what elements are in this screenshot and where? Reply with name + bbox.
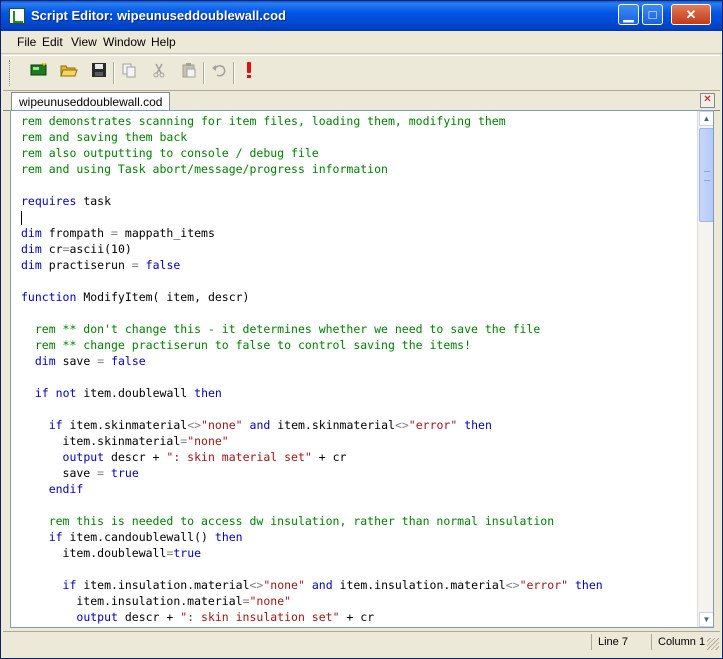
toolbar-separator	[113, 62, 115, 84]
code-line[interactable]: rem this is needed to access dw insulati…	[21, 513, 701, 529]
scroll-down-icon[interactable]: ▼	[699, 612, 713, 627]
menu-bar: File Edit View Window Help	[1, 31, 722, 54]
code-line[interactable]: rem also outputting to console / debug f…	[21, 145, 701, 161]
code-line[interactable]: requires task	[21, 193, 701, 209]
minimize-button[interactable]: ▁	[618, 4, 639, 25]
title-bar[interactable]: Script Editor: wipeunuseddoublewall.cod …	[1, 1, 722, 31]
code-line[interactable]: dim save = false	[21, 353, 701, 369]
code-line[interactable]: item.skinmaterial="none"	[21, 433, 701, 449]
code-line[interactable]: dim practiserun = false	[21, 257, 701, 273]
paste-icon[interactable]	[177, 61, 201, 85]
code-line[interactable]: item.insulation.material="none"	[21, 593, 701, 609]
document-tab-strip: wipeunuseddoublewall.cod ✕	[3, 91, 720, 111]
code-line[interactable]: rem and saving them back	[21, 129, 701, 145]
menu-file[interactable]: File	[17, 35, 36, 49]
text-caret	[21, 210, 22, 225]
menu-edit[interactable]: Edit	[42, 35, 63, 49]
code-line[interactable]: output descr + ": skin insulation set" +…	[21, 609, 701, 625]
tab-wipeunuseddoublewall[interactable]: wipeunuseddoublewall.cod	[11, 92, 171, 111]
code-line[interactable]	[21, 561, 701, 577]
code-line[interactable]: save = true	[21, 465, 701, 481]
code-line[interactable]: dim frompath = mappath_items	[21, 225, 701, 241]
code-line[interactable]	[21, 401, 701, 417]
scroll-up-icon[interactable]: ▲	[699, 111, 713, 126]
code-line[interactable]: item.doublewall=true	[21, 545, 701, 561]
code-line[interactable]: if not item.doublewall then	[21, 385, 701, 401]
code-line[interactable]: if item.candoublewall() then	[21, 529, 701, 545]
code-line[interactable]: dim cr=ascii(10)	[21, 241, 701, 257]
menu-view[interactable]: View	[71, 35, 97, 49]
code-text-area[interactable]: rem demonstrates scanning for item files…	[21, 113, 701, 625]
save-disk-icon[interactable]	[87, 61, 111, 85]
menu-window[interactable]: Window	[103, 35, 146, 49]
status-bar: Line 7 Column 1	[3, 631, 720, 652]
code-line[interactable]	[21, 497, 701, 513]
code-line[interactable]: endif	[21, 481, 701, 497]
script-editor-app-icon	[9, 8, 25, 24]
close-tab-icon[interactable]: ✕	[700, 93, 715, 108]
close-button[interactable]: ✕	[671, 4, 711, 25]
scrollbar-thumb[interactable]	[699, 128, 713, 222]
code-line[interactable]: output descr + ": skin material set" + c…	[21, 449, 701, 465]
run-exclamation-icon[interactable]	[237, 61, 261, 85]
new-script-icon[interactable]	[27, 61, 51, 85]
code-line[interactable]	[21, 209, 701, 225]
resize-grip-icon[interactable]	[707, 638, 719, 650]
cut-icon[interactable]	[147, 61, 171, 85]
open-folder-icon[interactable]	[57, 61, 81, 85]
code-line[interactable]: function ModifyItem( item, descr)	[21, 289, 701, 305]
code-line[interactable]: rem demonstrates scanning for item files…	[21, 113, 701, 129]
script-editor-window: Script Editor: wipeunuseddoublewall.cod …	[0, 0, 723, 659]
window-title: Script Editor: wipeunuseddoublewall.cod	[31, 8, 286, 23]
code-line[interactable]	[21, 369, 701, 385]
copy-icon[interactable]	[117, 61, 141, 85]
code-line[interactable]: if item.skinmaterial<>"none" and item.sk…	[21, 417, 701, 433]
code-line[interactable]: rem ** change practiserun to false to co…	[21, 337, 701, 353]
code-line[interactable]: rem and using Task abort/message/progres…	[21, 161, 701, 177]
toolbar-separator	[203, 62, 205, 84]
maximize-button[interactable]: □	[642, 4, 663, 25]
vertical-scrollbar[interactable]: ▲ ▼	[697, 111, 713, 627]
code-line[interactable]	[21, 273, 701, 289]
code-line[interactable]: rem ** don't change this - it determines…	[21, 321, 701, 337]
code-line[interactable]	[21, 177, 701, 193]
code-editor[interactable]: rem demonstrates scanning for item files…	[10, 110, 714, 628]
toolbar-grip[interactable]	[9, 60, 13, 86]
toolbar	[3, 55, 720, 91]
toolbar-separator	[233, 62, 235, 84]
menu-help[interactable]: Help	[151, 35, 176, 49]
status-line: Line 7	[591, 634, 648, 650]
status-column: Column 1	[651, 634, 710, 650]
code-line[interactable]	[21, 305, 701, 321]
code-line[interactable]: if item.insulation.material<>"none" and …	[21, 577, 701, 593]
undo-icon[interactable]	[207, 61, 231, 85]
